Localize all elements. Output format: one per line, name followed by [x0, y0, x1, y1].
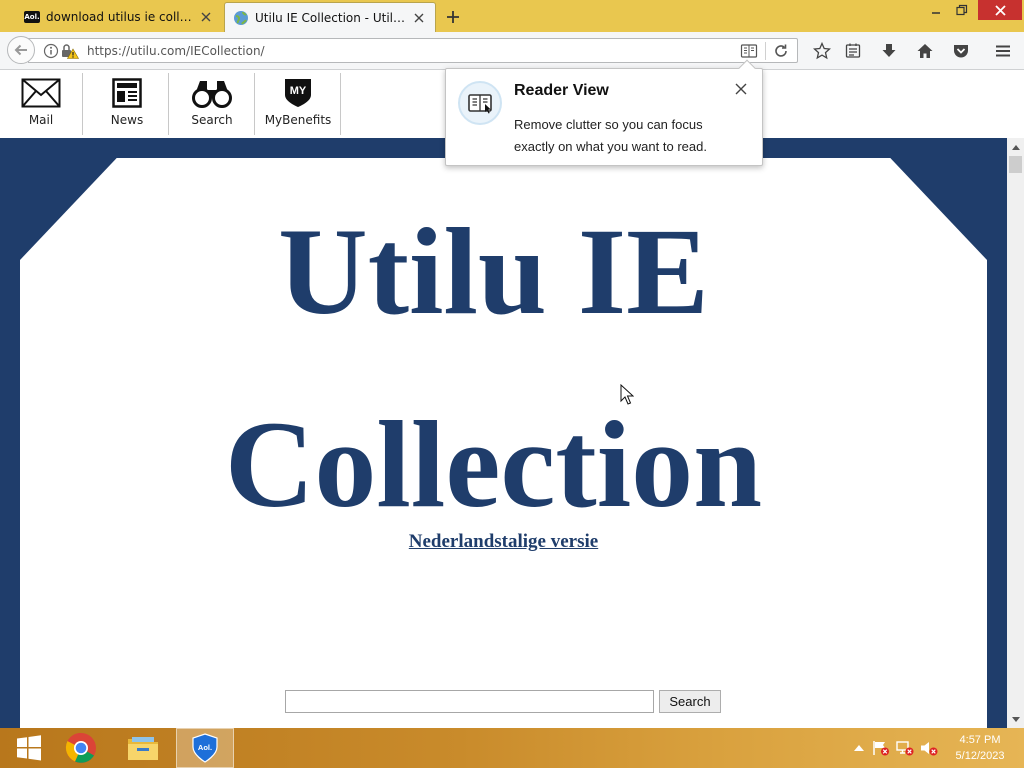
toolbar-label: MyBenefits: [264, 113, 332, 127]
close-icon: [735, 83, 747, 95]
mybenefits-shield-icon: MY: [283, 73, 313, 113]
tab-close-icon[interactable]: [198, 9, 214, 25]
clock-date[interactable]: 5/12/2023: [950, 750, 1010, 762]
bookmarks-list-icon: [845, 43, 861, 58]
svg-text:Aol.: Aol.: [198, 743, 212, 752]
site-search-button[interactable]: Search: [659, 690, 721, 713]
home-button[interactable]: [915, 41, 935, 61]
mouse-pointer-icon: [620, 384, 634, 405]
toolbar-divider: [254, 73, 255, 135]
page-viewport[interactable]: Utilu IE Collection Nederlandstalige ver…: [0, 138, 1024, 728]
dutch-version-link[interactable]: Nederlandstalige versie: [0, 531, 1007, 553]
minimize-icon: [932, 12, 940, 14]
action-center-tray[interactable]: [872, 740, 890, 756]
toolbar-label: Mail: [28, 113, 54, 127]
url-bar-divider: [765, 42, 766, 60]
page-title-line-1: Utilu IE: [278, 203, 709, 340]
binoculars-icon: [191, 73, 233, 113]
toolbar-divider: [82, 73, 83, 135]
scroll-down-arrow-icon: [1011, 716, 1020, 722]
toolbar-mybenefits-button[interactable]: MY MyBenefits: [262, 73, 334, 136]
maximize-button[interactable]: [948, 0, 976, 20]
page-title-line-2: Collection: [224, 396, 763, 533]
toolbar-mail-button[interactable]: Mail: [6, 73, 76, 136]
navigation-toolbar: https://utilu.com/IECollection/: [0, 32, 1024, 70]
home-icon: [917, 44, 933, 58]
popup-message: Remove clutter so you can focus exactly …: [514, 117, 707, 154]
reader-view-icon[interactable]: [740, 42, 758, 60]
tab-aol-search[interactable]: Aol. download utilus ie collecti...: [16, 2, 222, 32]
download-arrow-icon: [882, 44, 896, 57]
aol-shield-icon: Aol.: [192, 733, 218, 763]
reload-icon[interactable]: [772, 42, 790, 60]
bookmark-star-button[interactable]: [812, 41, 832, 61]
file-explorer-icon: [128, 737, 158, 760]
insecure-lock-warning-icon[interactable]: [61, 43, 79, 59]
windows-taskbar: Aol. 4:57 PM 5/12/2023: [0, 728, 1024, 768]
reader-view-illustration-icon: [458, 81, 502, 125]
browser-titlebar: Aol. download utilus ie collecti... Util…: [0, 0, 1024, 32]
toolbar-search-button[interactable]: Search: [177, 73, 247, 136]
newspaper-icon: [112, 73, 142, 113]
back-arrow-icon: [14, 44, 27, 56]
toolbar-divider: [340, 73, 341, 135]
scrollbar-thumb[interactable]: [1009, 156, 1022, 173]
globe-icon: [233, 10, 249, 26]
taskbar-file-explorer[interactable]: [114, 728, 172, 768]
taskbar-chrome[interactable]: [52, 728, 110, 768]
new-tab-button[interactable]: [442, 6, 464, 28]
vertical-scrollbar[interactable]: [1007, 138, 1024, 728]
tab-close-icon[interactable]: [411, 10, 427, 26]
mail-envelope-icon: [21, 73, 61, 113]
tab-title: download utilus ie collecti...: [46, 10, 192, 24]
tab-title: Utilu IE Collection - Utilu.c...: [255, 10, 405, 25]
site-search-input[interactable]: [285, 690, 654, 713]
taskbar-aol-shield[interactable]: Aol.: [176, 728, 234, 768]
toolbar-label: News: [110, 113, 144, 127]
chevron-up-icon: [854, 745, 864, 751]
start-windows-icon: [17, 735, 41, 761]
scroll-up-arrow-icon: [1011, 144, 1020, 150]
clock-time[interactable]: 4:57 PM: [950, 734, 1010, 746]
open-menu-button[interactable]: [993, 41, 1013, 61]
tab-utilu-ie-collection[interactable]: Utilu IE Collection - Utilu.c...: [224, 2, 436, 32]
volume-tray[interactable]: [920, 740, 938, 756]
restore-icon: [956, 4, 968, 16]
plus-icon: [447, 11, 459, 23]
info-icon[interactable]: [43, 43, 59, 59]
url-text: https://utilu.com/IECollection/: [87, 44, 265, 58]
hamburger-menu-icon: [996, 45, 1010, 57]
flag-error-icon: [873, 741, 889, 756]
volume-muted-icon: [921, 742, 938, 756]
toolbar-label: Search: [191, 113, 233, 127]
close-window-button[interactable]: [978, 0, 1022, 20]
network-tray[interactable]: [896, 740, 914, 756]
pocket-button[interactable]: [951, 41, 971, 61]
scroll-up-button[interactable]: [1007, 138, 1024, 155]
minimize-button[interactable]: [922, 0, 950, 20]
toolbar-news-button[interactable]: News: [92, 73, 162, 136]
pocket-icon: [954, 45, 968, 58]
popup-close-button[interactable]: [733, 81, 749, 97]
show-hidden-icons-button[interactable]: [850, 740, 868, 756]
star-icon: [813, 42, 831, 60]
downloads-button[interactable]: [879, 41, 899, 61]
aol-icon: Aol.: [24, 11, 40, 23]
reader-view-popup: Reader View Remove clutter so you can fo…: [445, 59, 763, 166]
svg-text:MY: MY: [290, 85, 307, 97]
back-button[interactable]: [7, 36, 35, 64]
toolbar-divider: [168, 73, 169, 135]
close-icon: [994, 4, 1006, 16]
bookmarks-menu-button[interactable]: [843, 41, 863, 61]
chrome-icon: [65, 732, 96, 763]
scroll-down-button[interactable]: [1007, 711, 1024, 728]
popup-title: Reader View: [514, 82, 609, 99]
start-button[interactable]: [0, 728, 58, 768]
url-bar[interactable]: https://utilu.com/IECollection/: [28, 38, 798, 63]
network-error-icon: [896, 741, 914, 756]
